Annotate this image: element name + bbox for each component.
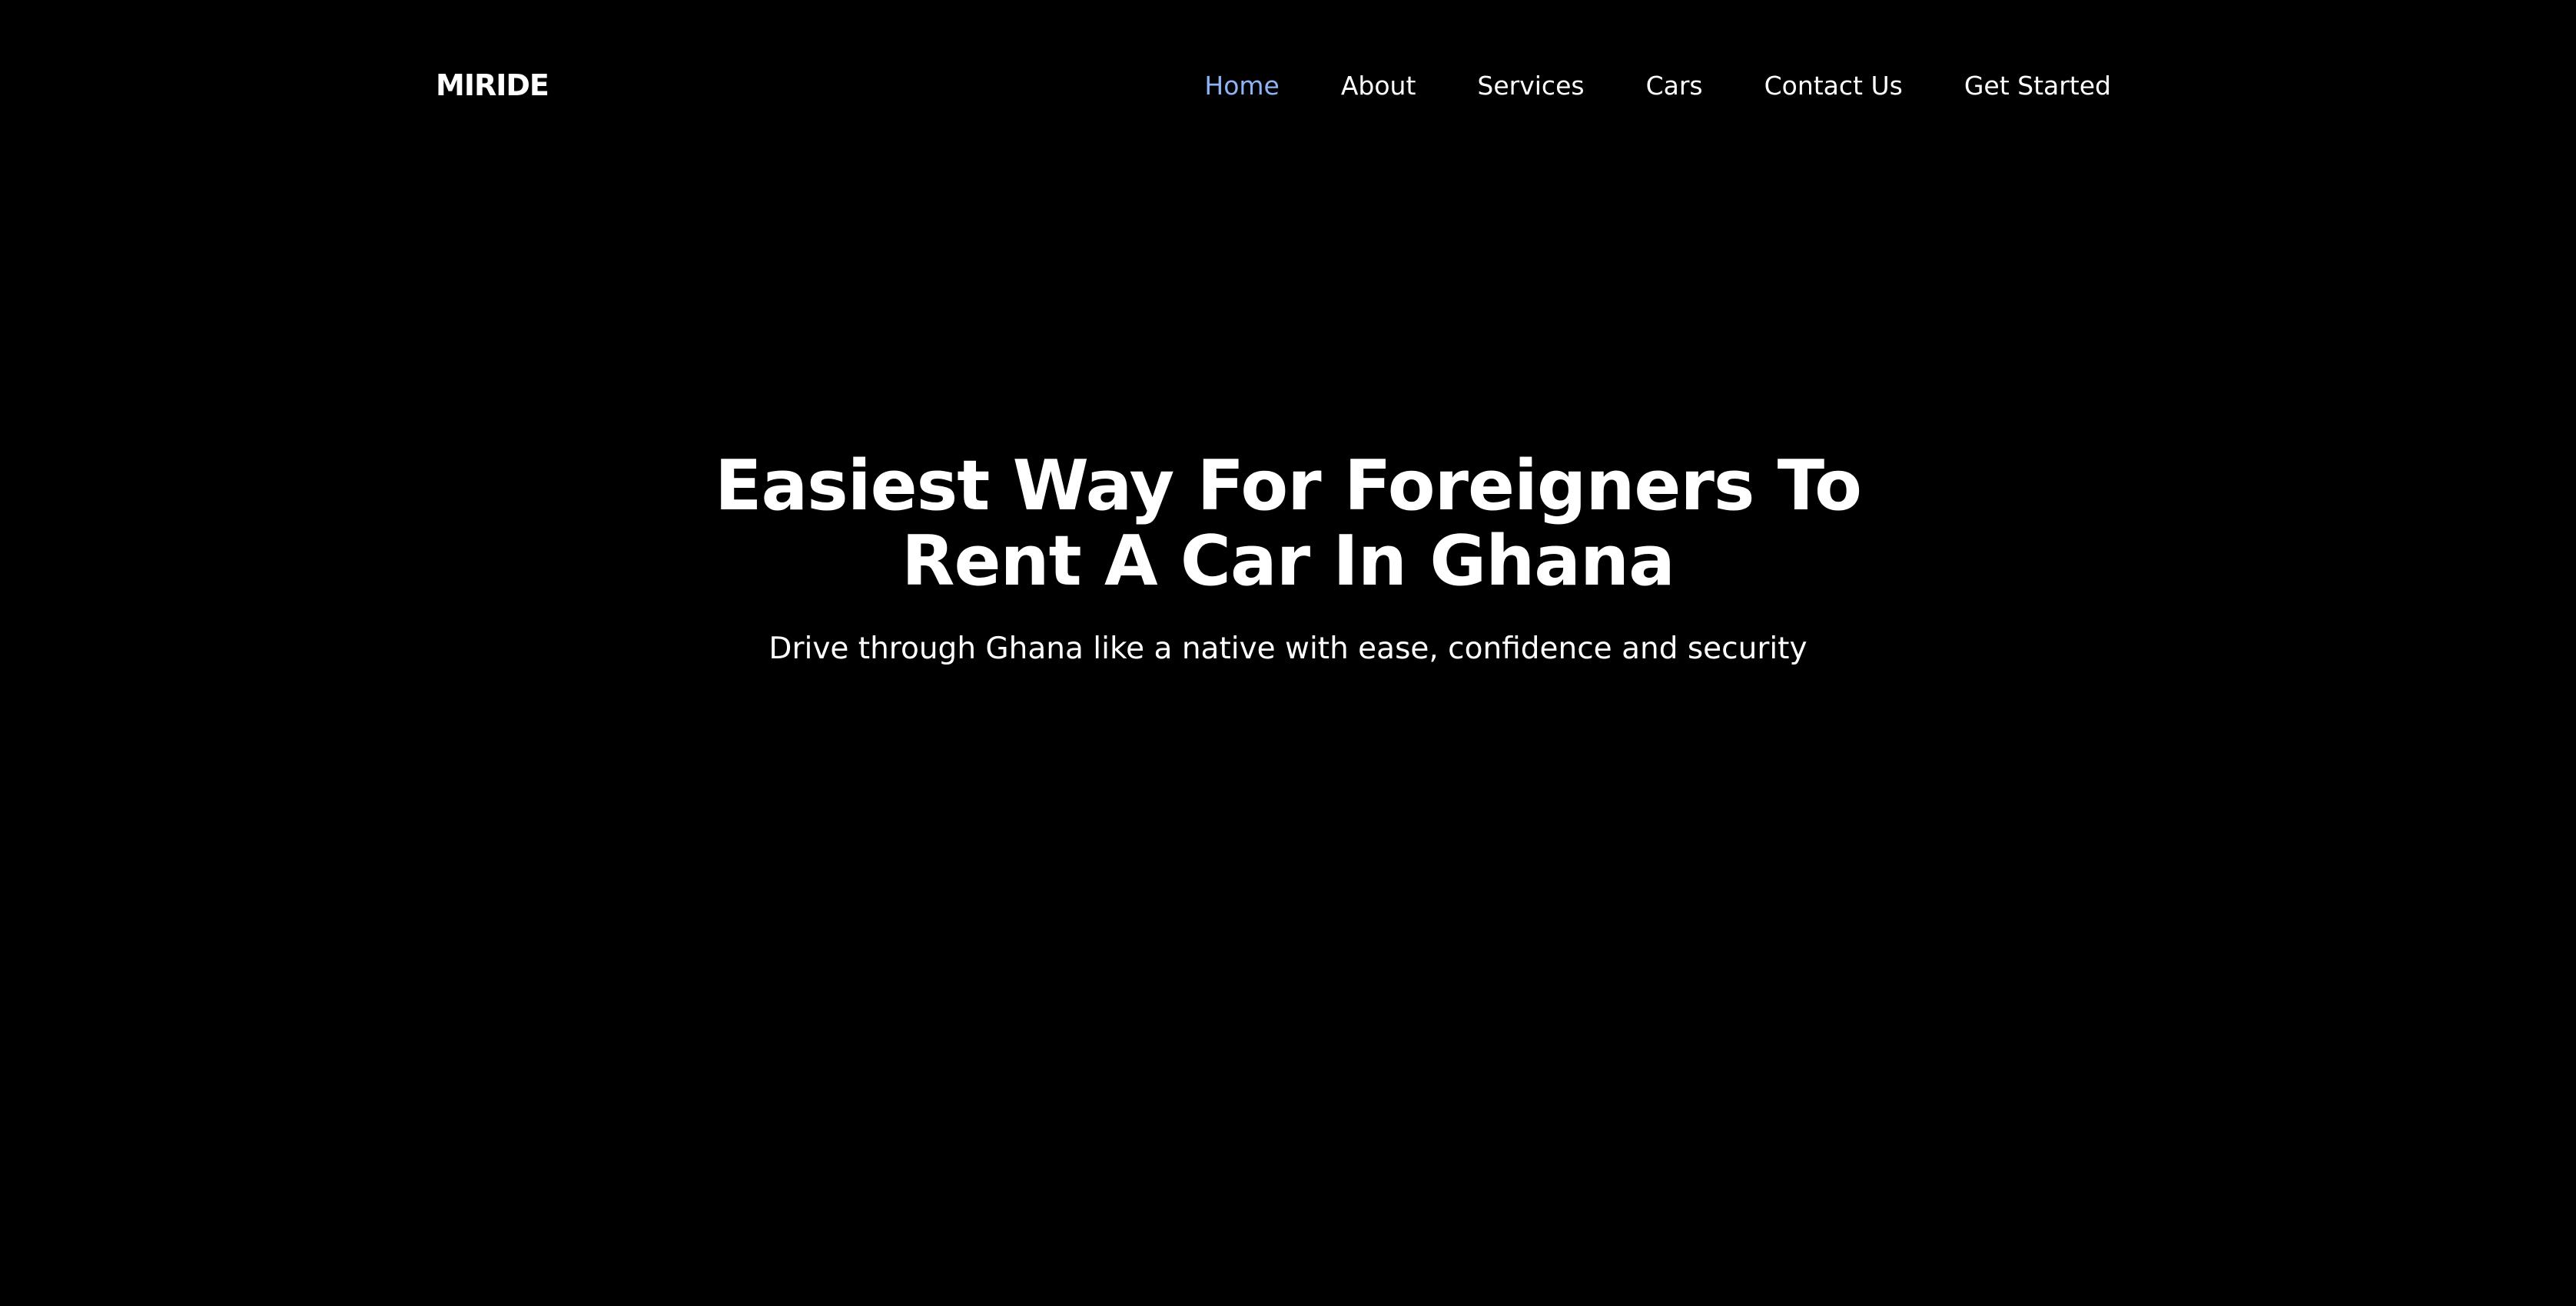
nav-link-home[interactable]: Home: [1204, 71, 1279, 101]
hero-title: Easiest Way For Foreigners To Rent A Car…: [714, 446, 1862, 602]
brand-logo[interactable]: MIRIDE: [436, 68, 549, 102]
nav-link-contact-us[interactable]: Contact Us: [1764, 71, 1903, 101]
navbar: MIRIDE Home About Services Cars Contact …: [436, 0, 2111, 171]
nav-link-about[interactable]: About: [1341, 71, 1416, 101]
nav-link-cars[interactable]: Cars: [1646, 71, 1703, 101]
nav-menu: Home About Services Cars Contact Us Get …: [1204, 71, 2111, 101]
nav-link-services[interactable]: Services: [1477, 71, 1584, 101]
hero-subtitle: Drive through Ghana like a native with e…: [768, 631, 1808, 666]
nav-link-get-started[interactable]: Get Started: [1964, 71, 2111, 101]
hero-section: Easiest Way For Foreigners To Rent A Car…: [0, 0, 2576, 1306]
